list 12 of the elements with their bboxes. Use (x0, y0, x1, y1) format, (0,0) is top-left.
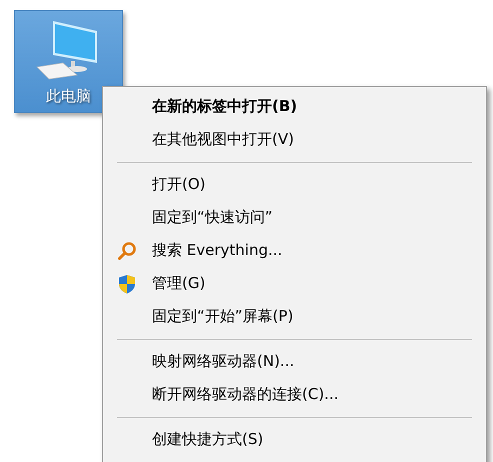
menu-item[interactable]: 映射网络驱动器(N)... (103, 345, 486, 378)
icon-label: 此电脑 (46, 86, 91, 107)
menu-item[interactable]: 在其他视图中打开(V) (103, 123, 486, 156)
magnifier-icon (117, 241, 137, 261)
menu-item[interactable]: 断开网络驱动器的连接(C)... (103, 378, 486, 411)
menu-item[interactable]: 管理(G) (103, 267, 486, 300)
shield-icon (117, 274, 137, 294)
menu-item[interactable]: 搜索 Everything... (103, 234, 486, 267)
menu-item[interactable]: 固定到“快速访问” (103, 201, 486, 234)
menu-item[interactable]: 固定到“开始”屏幕(P) (103, 300, 486, 333)
menu-item[interactable]: 创建快捷方式(S) (103, 423, 486, 456)
menu-item[interactable]: 打开(O) (103, 168, 486, 201)
